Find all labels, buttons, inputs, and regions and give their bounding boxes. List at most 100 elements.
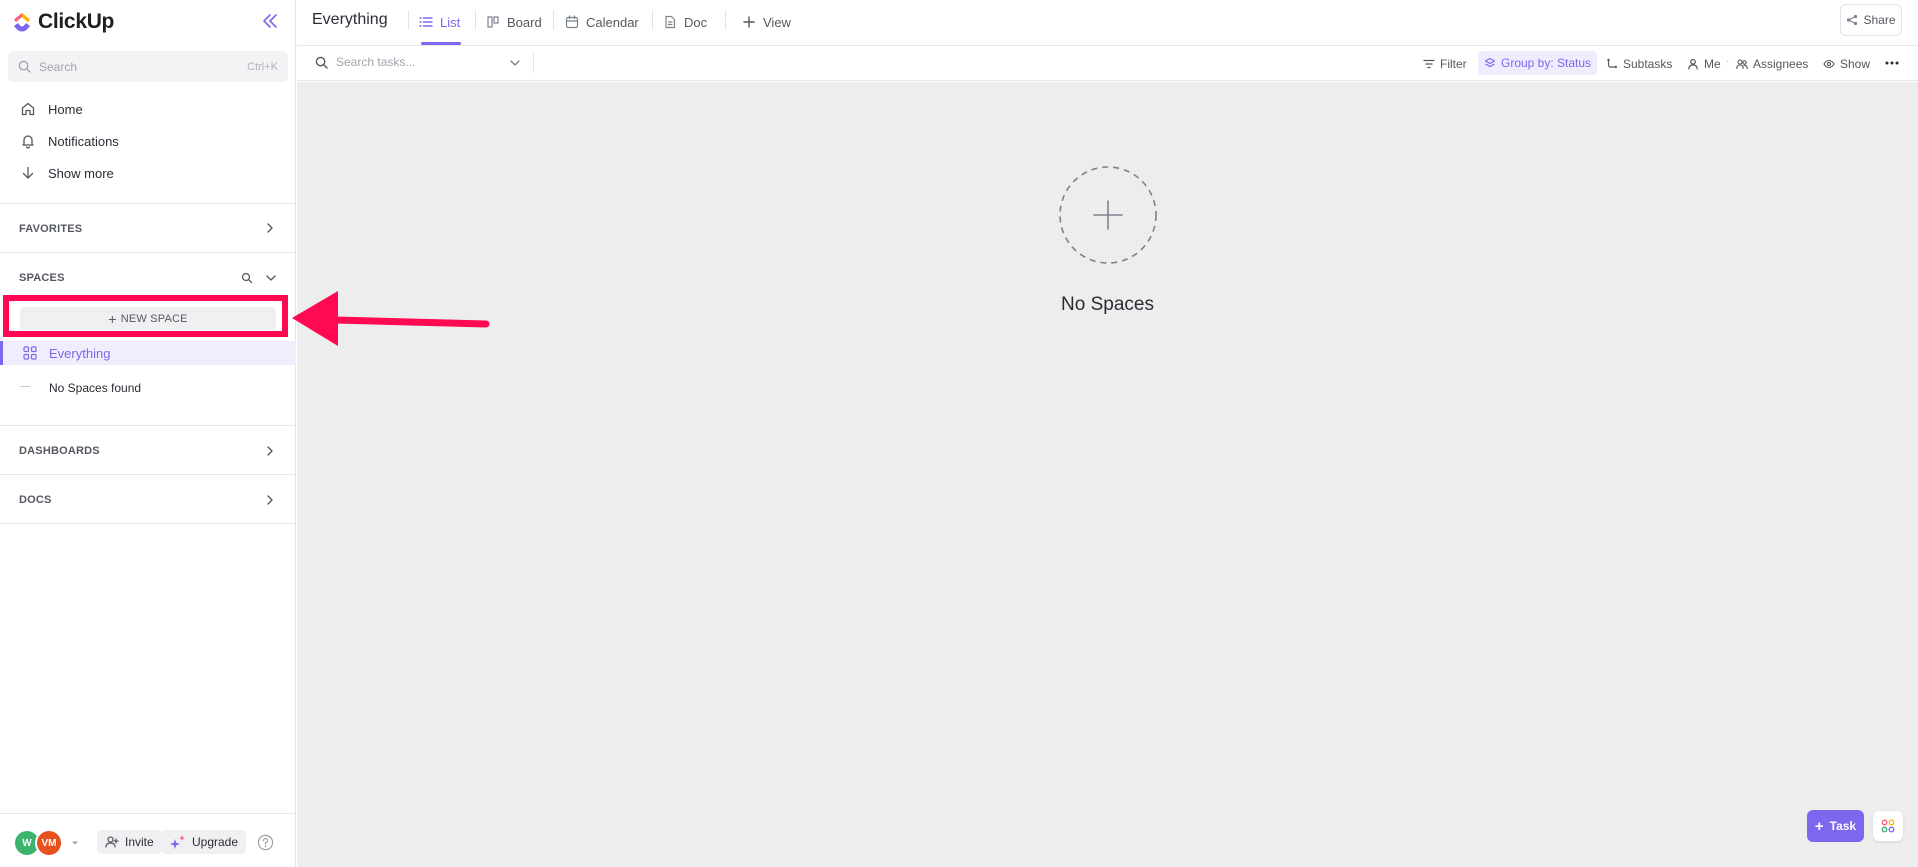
invite-button[interactable]: Invite	[97, 830, 162, 854]
plus-icon	[743, 16, 755, 28]
share-button[interactable]: Share	[1840, 4, 1902, 36]
sidebar-item-label: Home	[48, 101, 83, 117]
chevron-right-icon[interactable]	[264, 222, 276, 234]
everything-grid-icon	[23, 346, 37, 360]
add-space-circle-icon[interactable]	[1058, 165, 1158, 265]
add-view-button[interactable]: View	[742, 12, 791, 32]
help-icon[interactable]	[257, 834, 274, 851]
dash-icon	[20, 386, 30, 387]
filter-button[interactable]: Filter	[1423, 55, 1467, 73]
eye-icon	[1823, 59, 1835, 69]
chevron-right-icon[interactable]	[264, 494, 276, 506]
filter-label: Filter	[1440, 57, 1467, 71]
search-shortcut: Ctrl+K	[247, 60, 278, 73]
list-icon	[419, 17, 433, 27]
caret-down-icon[interactable]	[70, 838, 80, 848]
avatar[interactable]: VM	[35, 829, 63, 857]
add-user-icon	[105, 836, 119, 848]
tab-list[interactable]: List	[419, 12, 460, 32]
show-label: Show	[1840, 57, 1871, 71]
plus-icon: +	[1814, 817, 1824, 835]
divider	[0, 203, 296, 204]
no-spaces-found-text: No Spaces found	[49, 381, 142, 395]
filter-icon	[1423, 59, 1435, 69]
assignees-label: Assignees	[1753, 57, 1809, 71]
doc-icon	[665, 15, 676, 29]
annotation-arrow	[292, 291, 490, 346]
apps-button[interactable]	[1873, 811, 1903, 841]
tab-label: Board	[507, 14, 542, 30]
board-icon	[487, 16, 499, 28]
subtasks-button[interactable]: Subtasks	[1606, 55, 1672, 73]
clickup-logo[interactable]: ClickUp	[12, 8, 114, 36]
bell-icon	[22, 135, 34, 149]
tab-calendar[interactable]: Calendar	[565, 12, 639, 32]
header-bar: Everything List Board Calendar Doc View …	[297, 0, 1918, 46]
search-placeholder: Search	[39, 59, 78, 74]
view-toolbar: Search tasks... Filter Group by: Status …	[297, 46, 1918, 81]
section-docs[interactable]: DOCS	[19, 494, 52, 506]
task-label: Task	[1829, 819, 1857, 833]
task-search-input[interactable]: Search tasks...	[315, 55, 415, 69]
new-space-label: NEW SPACE	[120, 312, 188, 325]
show-button[interactable]: Show	[1823, 55, 1870, 73]
subtasks-icon	[1607, 58, 1617, 69]
search-spaces-icon[interactable]	[241, 272, 253, 284]
sidebar-item-label: Show more	[48, 165, 114, 181]
divider	[652, 10, 653, 30]
upgrade-button[interactable]: Upgrade	[162, 830, 247, 854]
task-search-placeholder: Search tasks...	[336, 55, 416, 69]
more-options-icon[interactable]	[1884, 57, 1900, 69]
divider	[408, 10, 409, 30]
everything-label: Everything	[49, 345, 111, 361]
layers-icon	[1484, 57, 1496, 68]
empty-state-title: No Spaces	[1061, 294, 1154, 315]
chevron-right-icon[interactable]	[264, 445, 276, 457]
chevron-down-icon[interactable]	[265, 272, 277, 284]
plus-icon: +	[108, 310, 117, 327]
logo-text: ClickUp	[38, 10, 115, 33]
sidebar-item-home[interactable]: Home	[20, 97, 83, 121]
group-by-label: Group by: Status	[1501, 56, 1592, 70]
search-icon	[18, 60, 31, 73]
divider	[0, 425, 296, 426]
divider	[725, 10, 726, 30]
invite-label: Invite	[125, 835, 154, 849]
divider	[0, 523, 296, 524]
page-title: Everything	[312, 11, 388, 28]
share-label: Share	[1863, 13, 1896, 27]
sparkle-icon	[170, 835, 185, 849]
tab-label: List	[440, 14, 461, 30]
collapse-sidebar-icon[interactable]	[260, 12, 280, 30]
group-by-button[interactable]: Group by: Status	[1478, 51, 1598, 75]
section-dashboards[interactable]: DASHBOARDS	[19, 445, 100, 457]
upgrade-label: Upgrade	[192, 835, 239, 849]
sidebar: ClickUp Search Ctrl+K Home Notifications…	[0, 0, 296, 867]
me-filter-button[interactable]: Me	[1687, 55, 1721, 73]
sidebar-item-label: Notifications	[48, 133, 119, 149]
subtasks-label: Subtasks	[1623, 57, 1673, 71]
sidebar-item-show-more[interactable]: Show more	[20, 161, 114, 185]
assignees-button[interactable]: Assignees	[1736, 55, 1808, 73]
divider	[475, 10, 476, 30]
sidebar-search[interactable]: Search Ctrl+K	[8, 51, 288, 82]
apps-grid-icon	[1881, 819, 1895, 833]
arrow-down-icon	[22, 166, 34, 179]
calendar-icon	[565, 15, 579, 29]
new-task-button[interactable]: + Task	[1807, 810, 1864, 842]
divider	[0, 252, 296, 253]
tab-doc[interactable]: Doc	[663, 12, 707, 32]
home-icon	[21, 102, 35, 116]
tab-label: Calendar	[586, 14, 639, 30]
tab-board[interactable]: Board	[486, 12, 542, 32]
chevron-down-icon[interactable]	[509, 57, 521, 69]
sidebar-item-everything[interactable]: Everything	[0, 341, 296, 365]
section-favorites[interactable]: FAVORITES	[19, 223, 82, 235]
me-label: Me	[1704, 57, 1721, 71]
section-spaces[interactable]: SPACES	[19, 272, 65, 284]
new-space-button[interactable]: + NEW SPACE	[20, 307, 276, 330]
sidebar-item-notifications[interactable]: Notifications	[20, 129, 119, 153]
active-tab-indicator	[421, 42, 461, 45]
separator-dot: ·	[1726, 56, 1730, 67]
user-icon	[1688, 58, 1698, 70]
